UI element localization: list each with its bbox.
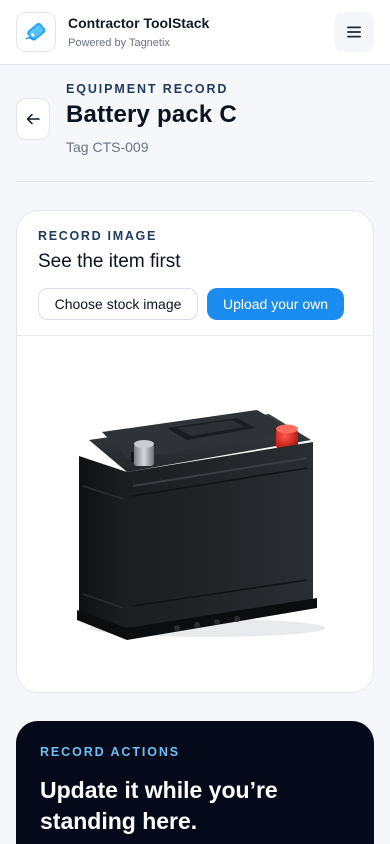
record-image-card: RECORD IMAGE See the item first Choose s… [16,210,374,693]
record-image [17,336,373,692]
record-actions-card: RECORD ACTIONS Update it while you’re st… [16,721,374,844]
app-subtitle: Powered by Tagnetix [68,37,170,49]
car-battery-image [77,410,325,640]
record-tag: Tag CTS-009 [66,139,149,155]
page-title: Battery pack C [66,101,237,128]
hamburger-menu-icon [347,26,361,38]
arrow-left-icon [26,113,40,125]
menu-button[interactable] [334,12,374,52]
record-image-eyebrow: RECORD IMAGE [38,229,158,243]
record-actions-heading: Update it while you’re standing here. [40,777,278,834]
app-logo[interactable] [16,12,56,52]
section-divider [16,181,374,182]
back-button[interactable] [16,98,50,140]
app-title: Contractor ToolStack [68,15,210,31]
record-eyebrow: EQUIPMENT RECORD [66,82,229,96]
record-image-heading: See the item first [38,251,181,272]
tag-logo-icon [25,22,46,41]
top-app-bar: Contractor ToolStack Powered by Tagnetix [0,0,390,65]
choose-stock-image-button[interactable]: Choose stock image [38,288,198,320]
upload-your-own-button[interactable]: Upload your own [207,288,344,320]
record-actions-eyebrow: RECORD ACTIONS [40,745,181,759]
